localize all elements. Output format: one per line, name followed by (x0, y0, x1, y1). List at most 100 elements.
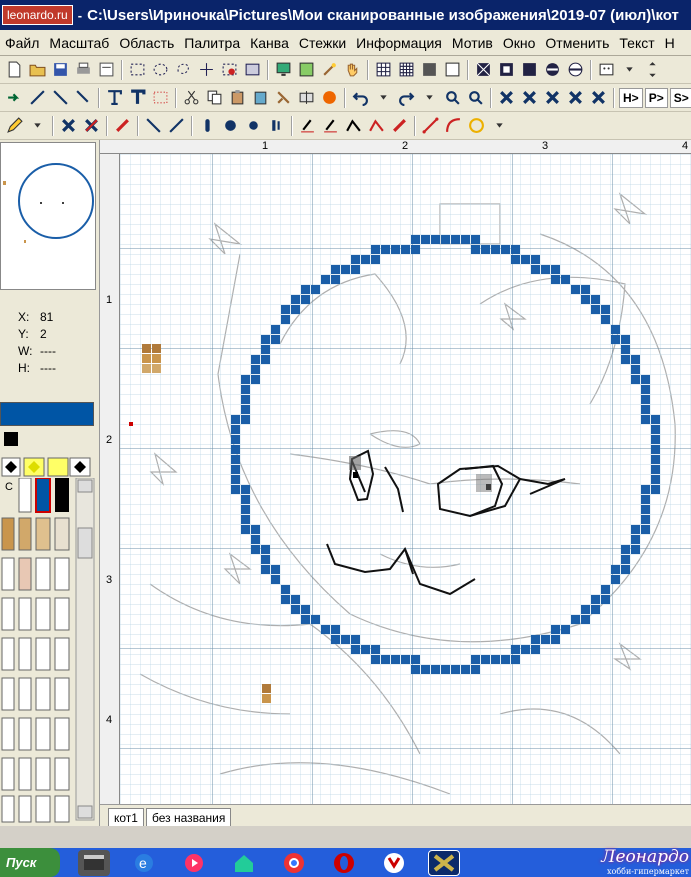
bead-half-icon[interactable] (565, 59, 586, 80)
crosshair-icon[interactable] (196, 59, 217, 80)
redo-icon[interactable] (396, 87, 417, 108)
flip-icon[interactable] (296, 87, 317, 108)
tab-untitled[interactable]: без названия (145, 808, 232, 826)
print-preview-icon[interactable] (96, 59, 117, 80)
menu-stitches[interactable]: Стежки (294, 35, 351, 51)
curve-red-icon[interactable] (366, 115, 387, 136)
open-folder-icon[interactable] (27, 59, 48, 80)
cross-stitch-5-icon[interactable] (588, 87, 609, 108)
zoom-out-icon[interactable] (465, 87, 486, 108)
browser-e-icon[interactable]: e (128, 850, 160, 876)
blank-square-icon[interactable] (442, 59, 463, 80)
select-color-icon[interactable] (219, 59, 240, 80)
zoom-icon[interactable] (442, 87, 463, 108)
save-icon[interactable] (50, 59, 71, 80)
select-ellipse-icon[interactable] (150, 59, 171, 80)
menu-palette[interactable]: Палитра (179, 35, 245, 51)
title-bar[interactable]: leonardo.ru - C:\Users\Ириночка\Pictures… (0, 0, 691, 30)
chevron-down-icon[interactable] (619, 59, 640, 80)
brush-arrow-icon[interactable] (4, 87, 25, 108)
backstitch-2-icon[interactable] (166, 115, 187, 136)
h-button[interactable]: H> (619, 87, 643, 108)
stitch-frame-icon[interactable] (496, 59, 517, 80)
curve-icon[interactable] (343, 115, 364, 136)
menu-canvas[interactable]: Канва (245, 35, 294, 51)
current-color-swatch[interactable] (0, 402, 94, 426)
wand-icon[interactable] (319, 59, 340, 80)
chevron-down-icon[interactable] (373, 87, 394, 108)
cross-stitch-3-icon[interactable] (542, 87, 563, 108)
home-network-icon[interactable] (228, 850, 260, 876)
layout-menu-icon[interactable] (596, 59, 617, 80)
p-button[interactable]: P> (644, 87, 668, 108)
stitch-canvas[interactable] (120, 154, 691, 804)
backstitch-icon[interactable] (143, 115, 164, 136)
chevron-down-icon[interactable] (419, 87, 440, 108)
dotted-frame-icon[interactable] (150, 87, 171, 108)
needle-thread-icon[interactable] (50, 87, 71, 108)
select-rect-icon[interactable] (127, 59, 148, 80)
half-stitch-icon[interactable] (112, 115, 133, 136)
cut-icon[interactable] (181, 87, 202, 108)
select-all-icon[interactable] (242, 59, 263, 80)
pen-underline-icon[interactable] (297, 115, 318, 136)
text-tool-icon[interactable] (104, 87, 125, 108)
menu-motif[interactable]: Мотив (447, 35, 498, 51)
paste-special-icon[interactable] (250, 87, 271, 108)
menu-overflow[interactable]: Н (660, 35, 680, 51)
cross-stitch-2-icon[interactable] (519, 87, 540, 108)
arc-red-icon[interactable] (443, 115, 464, 136)
needle-icon[interactable] (27, 87, 48, 108)
menu-scale[interactable]: Масштаб (44, 35, 114, 51)
chevron-down-icon[interactable] (489, 115, 510, 136)
select-lasso-icon[interactable] (173, 59, 194, 80)
s-button[interactable]: S> (669, 87, 691, 108)
bead-tool-icon[interactable] (243, 115, 264, 136)
leonardo-app-icon[interactable] (428, 849, 460, 876)
menu-undo[interactable]: Отменить (540, 35, 614, 51)
cross-stitch-icon[interactable] (496, 87, 517, 108)
fill-square-icon[interactable] (419, 59, 440, 80)
media-player-icon[interactable] (178, 850, 210, 876)
copy-icon[interactable] (204, 87, 225, 108)
monitor-icon[interactable] (273, 59, 294, 80)
arrows-icon[interactable] (642, 59, 663, 80)
tab-kot1[interactable]: кот1 (108, 808, 144, 826)
chrome-icon[interactable] (278, 850, 310, 876)
start-button[interactable]: Пуск (0, 848, 60, 877)
hand-icon[interactable] (342, 59, 363, 80)
print-icon[interactable] (73, 59, 94, 80)
film-icon[interactable] (78, 849, 110, 876)
vertical-stitch-icon[interactable] (197, 115, 218, 136)
partial-stitch-icon[interactable] (266, 115, 287, 136)
pen-line-icon[interactable] (320, 115, 341, 136)
menu-area[interactable]: Область (114, 35, 179, 51)
line-red-icon[interactable] (420, 115, 441, 136)
needle-menu-icon[interactable] (73, 87, 94, 108)
bead-icon[interactable] (542, 59, 563, 80)
cross-tool-icon[interactable] (58, 115, 79, 136)
cross-stitch-4-icon[interactable] (565, 87, 586, 108)
french-knot-icon[interactable] (220, 115, 241, 136)
pencil-icon[interactable] (4, 115, 25, 136)
yandex-icon[interactable] (378, 850, 410, 876)
mirror-icon[interactable] (273, 87, 294, 108)
image-edit-icon[interactable] (296, 59, 317, 80)
ball-icon[interactable] (319, 87, 340, 108)
stitch-full-icon[interactable] (473, 59, 494, 80)
stitch-square-icon[interactable] (519, 59, 540, 80)
new-file-icon[interactable] (4, 59, 25, 80)
grid-pattern-icon[interactable] (373, 59, 394, 80)
menu-text[interactable]: Текст (614, 35, 659, 51)
grid-fine-icon[interactable] (396, 59, 417, 80)
opera-icon[interactable] (328, 850, 360, 876)
text-bold-icon[interactable] (127, 87, 148, 108)
eraser-stitch-icon[interactable] (389, 115, 410, 136)
menu-window[interactable]: Окно (498, 35, 541, 51)
undo-icon[interactable] (350, 87, 371, 108)
preview-thumbnail[interactable] (0, 142, 96, 290)
chevron-down-icon[interactable] (27, 115, 48, 136)
cross-half-tool-icon[interactable] (81, 115, 102, 136)
paste-icon[interactable] (227, 87, 248, 108)
circle-tool-icon[interactable] (466, 115, 487, 136)
